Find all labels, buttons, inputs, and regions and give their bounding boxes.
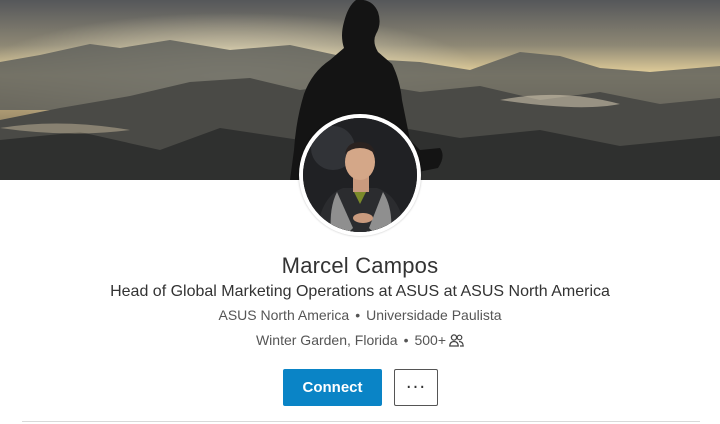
profile-photo[interactable] bbox=[299, 114, 421, 236]
profile-headline: Head of Global Marketing Operations at A… bbox=[110, 283, 610, 300]
education-link[interactable]: Universidade Paulista bbox=[366, 307, 501, 323]
current-company-link[interactable]: ASUS North America bbox=[218, 307, 349, 323]
avatar bbox=[303, 118, 417, 232]
people-icon bbox=[449, 334, 464, 350]
connect-button[interactable]: Connect bbox=[283, 369, 382, 406]
more-actions-button[interactable]: ··· bbox=[394, 369, 438, 406]
company-education-line: ASUS North America • Universidade Paulista bbox=[0, 307, 720, 323]
separator-dot: • bbox=[403, 332, 409, 348]
profile-name: Marcel Campos bbox=[281, 253, 439, 278]
section-divider bbox=[22, 421, 700, 422]
more-horizontal-icon: ··· bbox=[405, 376, 427, 398]
separator-dot: • bbox=[355, 307, 361, 323]
location-connections-line: Winter Garden, Florida • 500+ bbox=[0, 332, 720, 350]
connections-count[interactable]: 500+ bbox=[414, 332, 446, 348]
profile-location: Winter Garden, Florida bbox=[255, 332, 398, 348]
